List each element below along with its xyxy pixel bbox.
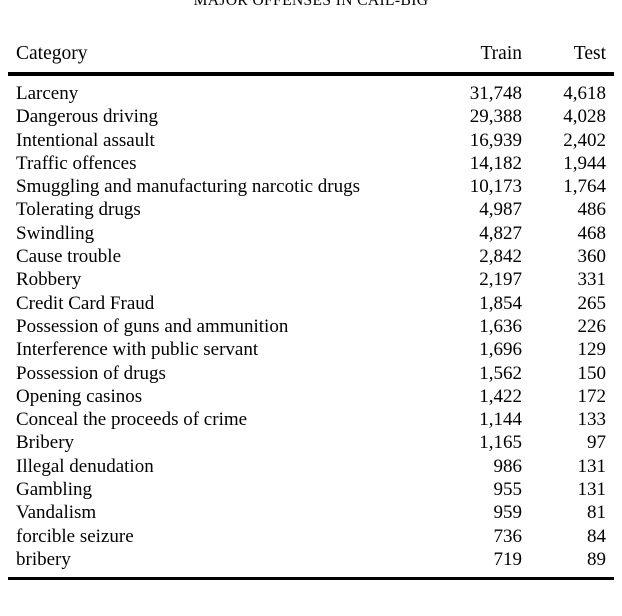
cell-category: Gambling [16, 479, 92, 501]
table-row: Robbery 2,197 331 [8, 268, 614, 291]
cell-test: 81 [587, 502, 606, 524]
cell-train: 16,939 [469, 129, 522, 151]
cell-test: 89 [587, 548, 606, 570]
table-row: Traffic offences 14,182 1,944 [8, 152, 614, 175]
cell-test: 172 [577, 385, 607, 407]
table-row: Conceal the proceeds of crime 1,144 133 [8, 408, 614, 431]
table-row: bribery 719 89 [8, 548, 614, 577]
column-header-category: Category [16, 43, 88, 64]
cell-category: Opening casinos [16, 385, 143, 407]
cell-category: Possession of drugs [16, 362, 166, 384]
cell-test: 2,402 [563, 129, 606, 151]
table-row: Possession of drugs 1,562 150 [8, 362, 614, 385]
cell-train: 10,173 [469, 176, 522, 198]
table-row: Swindling 4,827 468 [8, 222, 614, 245]
cell-category: Swindling [16, 222, 95, 244]
cell-train: 14,182 [469, 152, 522, 174]
offenses-table: Category Train Test Larceny 31,748 4,618 Da… [8, 37, 614, 580]
cell-test: 131 [577, 479, 607, 501]
cell-test: 133 [577, 409, 607, 431]
cell-train: 719 [493, 548, 523, 570]
cell-test: 97 [587, 432, 606, 454]
table-row: Smuggling and manufacturing narcotic dru… [8, 175, 614, 198]
table-row: Opening casinos 1,422 172 [8, 385, 614, 408]
cell-category: Interference with public servant [16, 339, 259, 361]
cell-train: 1,696 [479, 339, 522, 361]
cell-train: 29,388 [469, 106, 522, 128]
table-row: Dangerous driving 29,388 4,028 [8, 105, 614, 128]
cell-test: 131 [577, 455, 607, 477]
cell-train: 1,854 [479, 292, 522, 314]
cell-test: 129 [577, 339, 607, 361]
cell-test: 486 [577, 199, 607, 221]
offenses-table-container: Category Train Test Larceny 31,748 4,618 Da… [8, 37, 614, 580]
table-caption-container: MAJOR OFFENSES IN CAIL-BIG [0, 0, 622, 14]
cell-train: 959 [493, 502, 523, 524]
cell-test: 1,944 [563, 152, 606, 174]
cell-test: 4,618 [563, 83, 606, 104]
cell-train: 4,827 [479, 222, 522, 244]
cell-train: 1,422 [479, 385, 522, 407]
cell-category: Tolerating drugs [16, 199, 141, 221]
table-row: Tolerating drugs 4,987 486 [8, 198, 614, 221]
table-row: Cause trouble 2,842 360 [8, 245, 614, 268]
cell-test: 84 [587, 525, 606, 547]
cell-test: 150 [577, 362, 607, 384]
cell-test: 265 [577, 292, 607, 314]
cell-train: 1,636 [479, 315, 522, 337]
cell-category: Robbery [16, 269, 82, 291]
cell-train: 2,197 [479, 269, 522, 291]
cell-train: 986 [493, 455, 523, 477]
table-caption: MAJOR OFFENSES IN CAIL-BIG [193, 0, 429, 9]
table-row: Vandalism 959 81 [8, 501, 614, 524]
cell-train: 1,144 [479, 409, 522, 431]
cell-category: Illegal denudation [16, 455, 154, 477]
cell-category: Smuggling and manufacturing narcotic dru… [16, 176, 361, 198]
table-page: MAJOR OFFENSES IN CAIL-BIG Category Trai… [0, 0, 622, 616]
cell-train: 736 [493, 525, 523, 547]
table-row: Bribery 1,165 97 [8, 431, 614, 454]
cell-category: Dangerous driving [16, 106, 158, 128]
column-header-train: Train [480, 43, 522, 64]
cell-test: 226 [577, 315, 607, 337]
table-header-row: Category Train Test [8, 37, 614, 72]
table-row: Interference with public servant 1,696 129 [8, 338, 614, 361]
table-body: Larceny 31,748 4,618 Dangerous driving 29,38… [8, 76, 614, 578]
cell-category: Traffic offences [16, 152, 137, 174]
table-row: Larceny 31,748 4,618 [8, 76, 614, 106]
cell-category: Cause trouble [16, 246, 122, 268]
cell-category: Intentional assault [16, 129, 155, 151]
cell-train: 1,562 [479, 362, 522, 384]
table-bottom-rule [8, 576, 614, 580]
table-row: Possession of guns and ammunition 1,636 22… [8, 315, 614, 338]
cell-category: forcible seizure [16, 525, 134, 547]
cell-category: Larceny [16, 83, 79, 104]
table-row: Illegal denudation 986 131 [8, 455, 614, 478]
cell-train: 955 [493, 479, 523, 501]
cell-test: 1,764 [563, 176, 606, 198]
cell-train: 31,748 [469, 83, 522, 104]
cell-category: bribery [16, 548, 71, 570]
cell-train: 4,987 [479, 199, 522, 221]
cell-category: Possession of guns and ammunition [16, 315, 289, 337]
cell-train: 2,842 [479, 246, 522, 268]
column-header-test: Test [573, 43, 606, 64]
cell-category: Vandalism [16, 502, 97, 524]
cell-test: 468 [577, 222, 607, 244]
table-header: Category Train Test [8, 37, 614, 72]
table-row: forcible seizure 736 84 [8, 525, 614, 548]
cell-train: 1,165 [479, 432, 522, 454]
cell-category: Conceal the proceeds of crime [16, 409, 248, 431]
cell-test: 360 [577, 246, 607, 268]
cell-test: 331 [577, 269, 607, 291]
cell-category: Credit Card Fraud [16, 292, 155, 314]
table-row: Credit Card Fraud 1,854 265 [8, 292, 614, 315]
cell-category: Bribery [16, 432, 75, 454]
table-row: Intentional assault 16,939 2,402 [8, 129, 614, 152]
table-row: Gambling 955 131 [8, 478, 614, 501]
cell-test: 4,028 [563, 106, 606, 128]
